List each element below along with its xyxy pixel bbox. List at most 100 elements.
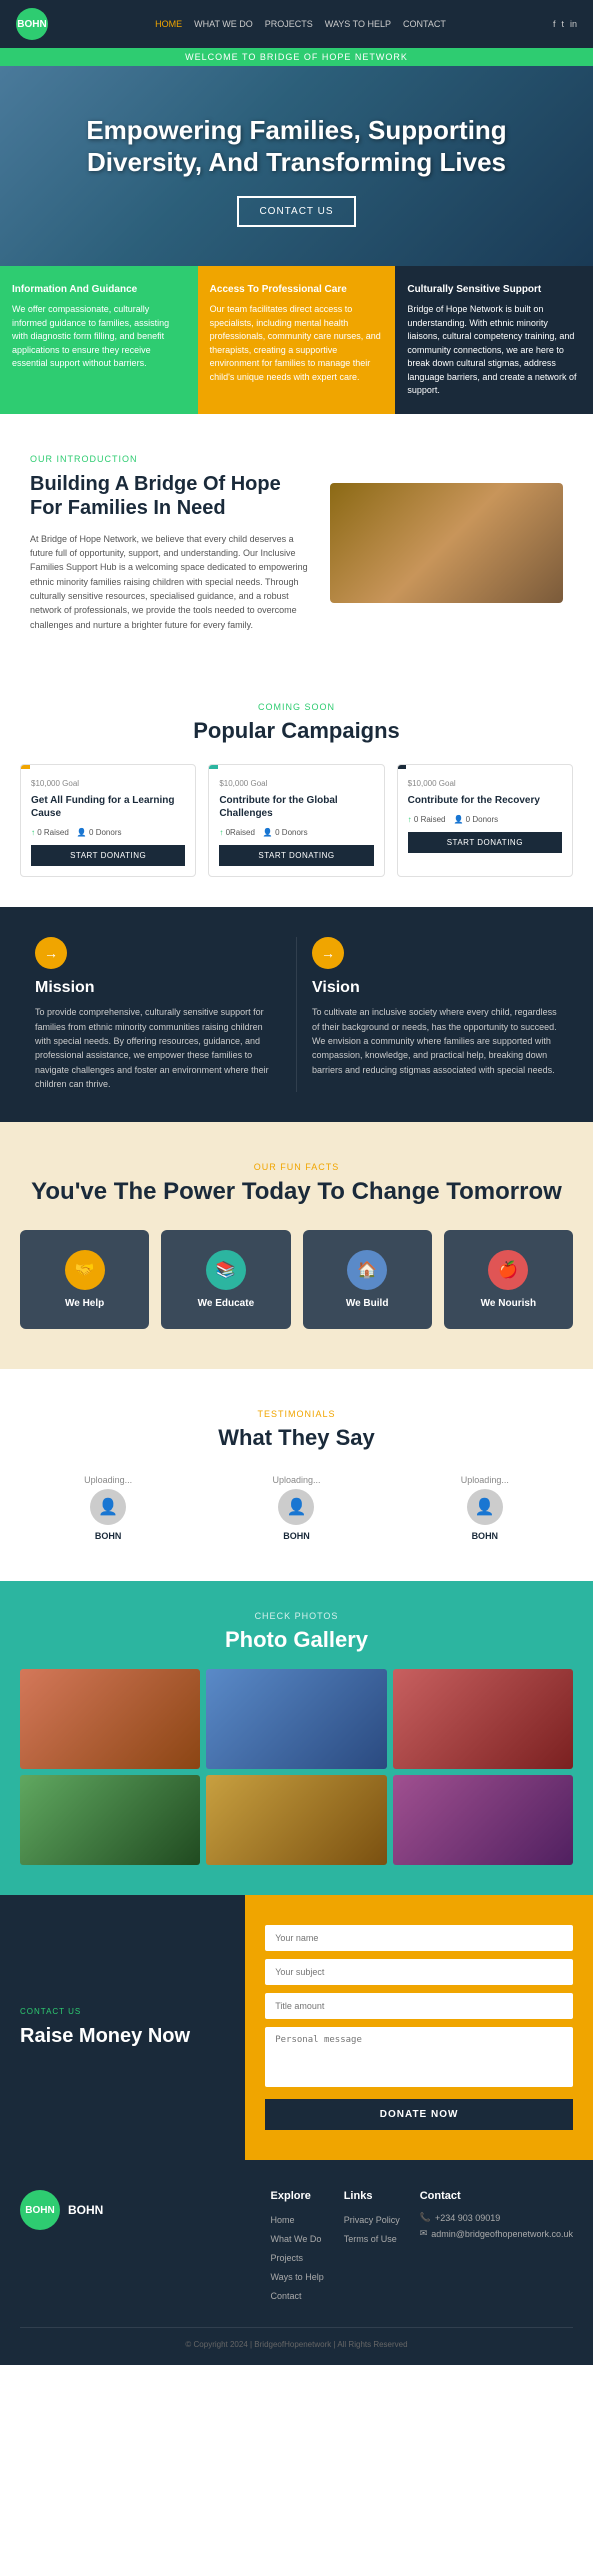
campaigns-heading: Popular Campaigns xyxy=(20,718,573,744)
campaign-body-2: $10,000 Goal Contribute for the Global C… xyxy=(209,769,383,876)
nav-projects[interactable]: Projects xyxy=(265,19,313,29)
navbar-logo: BOHN xyxy=(16,8,48,40)
fact-card-nourish: 🍎 We Nourish xyxy=(444,1230,573,1329)
donate-name-input[interactable] xyxy=(265,1925,573,1951)
footer-email: ✉ admin@bridgeofhopenetwork.co.uk xyxy=(420,2228,573,2239)
info-card-guidance-text: We offer compassionate, culturally infor… xyxy=(12,303,186,371)
hero-content: Empowering Families, Supporting Diversit… xyxy=(30,115,563,226)
footer-explore-col: Explore Home What We Do Projects Ways to… xyxy=(271,2190,324,2307)
testimonial-name-3: BOHN xyxy=(397,1531,573,1541)
testimonial-2: Uploading... 👤 BOHN xyxy=(208,1475,384,1541)
navbar-links: Home What We Do Projects Ways To Help Co… xyxy=(155,19,446,29)
footer-explore-links: Home What We Do Projects Ways to Help Co… xyxy=(271,2212,324,2302)
welcome-bar: WELCOME TO BRIDGE OF HOPE NETWORK xyxy=(0,48,593,66)
raised-icon-3: ↑ xyxy=(408,815,412,824)
fun-facts-label: OUR FUN FACTS xyxy=(20,1162,573,1172)
campaign-raised-1: ↑ 0 Raised xyxy=(31,828,69,837)
gallery-img-6 xyxy=(393,1775,573,1865)
facebook-icon[interactable]: f xyxy=(553,19,556,29)
info-card-professional-title: Access To Professional Care xyxy=(210,282,384,297)
campaign-donors-3: 👤 0 Donors xyxy=(453,815,498,824)
gallery-section: CHECK PHOTOS Photo Gallery xyxy=(0,1581,593,1895)
info-card-professional-text: Our team facilitates direct access to sp… xyxy=(210,303,384,384)
fun-facts-section: OUR FUN FACTS You've The Power Today To … xyxy=(0,1122,593,1370)
testimonial-avatar-1: 👤 xyxy=(90,1489,126,1525)
intro-paragraph: At Bridge of Hope Network, we believe th… xyxy=(30,532,310,633)
navbar: BOHN Home What We Do Projects Ways To He… xyxy=(0,0,593,48)
raised-icon-2: ↑ xyxy=(219,828,223,837)
instagram-icon[interactable]: in xyxy=(570,19,577,29)
footer-privacy-link[interactable]: Privacy Policy xyxy=(344,2215,400,2225)
footer-contact-col: Contact 📞 +234 903 09019 ✉ admin@bridgeo… xyxy=(420,2190,573,2307)
hero-heading: Empowering Families, Supporting Diversit… xyxy=(30,115,563,177)
donate-subject-input[interactable] xyxy=(265,1959,573,1985)
footer-explore-title: Explore xyxy=(271,2190,324,2202)
vision-title: Vision xyxy=(312,979,558,997)
gallery-img-3 xyxy=(393,1669,573,1769)
donate-now-button[interactable]: DONATE NOW xyxy=(265,2099,573,2130)
campaign-title-2: Contribute for the Global Challenges xyxy=(219,794,373,820)
nav-home[interactable]: Home xyxy=(155,19,182,29)
footer-link-ways[interactable]: Ways to Help xyxy=(271,2272,324,2282)
footer-link-home[interactable]: Home xyxy=(271,2215,295,2225)
hero-cta-button[interactable]: CONTACT US xyxy=(237,196,355,227)
footer-copyright: © Copyright 2024 | BridgeofHopenetwork |… xyxy=(20,2340,573,2349)
footer-links-title: Links xyxy=(344,2190,400,2202)
campaign-title-3: Contribute for the Recovery xyxy=(408,794,562,807)
footer-phone: 📞 +234 903 09019 xyxy=(420,2212,573,2223)
testimonial-3: Uploading... 👤 BOHN xyxy=(397,1475,573,1541)
campaign-btn-2[interactable]: START DONATING xyxy=(219,845,373,866)
footer-link-projects[interactable]: Projects xyxy=(271,2253,304,2263)
footer-link-what-we-do[interactable]: What We Do xyxy=(271,2234,322,2244)
gallery-grid-top xyxy=(20,1669,573,1769)
mission-text: To provide comprehensive, culturally sen… xyxy=(35,1005,281,1091)
donate-title-input[interactable] xyxy=(265,1993,573,2019)
facts-grid: 🤝 We Help 📚 We Educate 🏠 We Build 🍎 We N… xyxy=(20,1230,573,1329)
gallery-heading: Photo Gallery xyxy=(20,1627,573,1653)
donors-icon-1: 👤 xyxy=(77,828,87,837)
intro-image-inner xyxy=(330,483,563,603)
nav-contact[interactable]: Contact xyxy=(403,19,446,29)
footer-divider xyxy=(20,2327,573,2328)
raised-icon-1: ↑ xyxy=(31,828,35,837)
info-card-guidance-title: Information And Guidance xyxy=(12,282,186,297)
footer-terms-link[interactable]: Terms of Use xyxy=(344,2234,397,2244)
build-icon: 🏠 xyxy=(347,1250,387,1290)
campaign-stats-2: ↑ 0Raised 👤 0 Donors xyxy=(219,828,373,837)
info-card-cultural-text: Bridge of Hope Network is built on under… xyxy=(407,303,581,398)
info-card-professional: Access To Professional Care Our team fac… xyxy=(198,266,396,414)
email-icon: ✉ xyxy=(420,2228,428,2239)
twitter-icon[interactable]: t xyxy=(561,19,564,29)
donors-icon-3: 👤 xyxy=(453,815,463,824)
help-icon: 🤝 xyxy=(65,1250,105,1290)
testimonial-avatar-2: 👤 xyxy=(278,1489,314,1525)
donate-heading: Raise Money Now xyxy=(20,2024,225,2048)
testimonial-1: Uploading... 👤 BOHN xyxy=(20,1475,196,1541)
campaign-stats-3: ↑ 0 Raised 👤 0 Donors xyxy=(408,815,562,824)
footer-link-contact[interactable]: Contact xyxy=(271,2291,302,2301)
gallery-grid-bottom xyxy=(20,1775,573,1865)
nourish-label: We Nourish xyxy=(481,1298,536,1309)
campaign-title-1: Get All Funding for a Learning Cause xyxy=(31,794,185,820)
help-label: We Help xyxy=(65,1298,104,1309)
campaign-raised-2: ↑ 0Raised xyxy=(219,828,255,837)
footer-logo-img: BOHN xyxy=(20,2190,60,2230)
campaign-btn-3[interactable]: START DONATING xyxy=(408,832,562,853)
intro-section: OUR INTRODUCTION Building A Bridge Of Ho… xyxy=(0,414,593,673)
campaign-btn-1[interactable]: START DONATING xyxy=(31,845,185,866)
donate-message-input[interactable] xyxy=(265,2027,573,2087)
campaign-stats-1: ↑ 0 Raised 👤 0 Donors xyxy=(31,828,185,837)
nav-what-we-do[interactable]: What We Do xyxy=(194,19,253,29)
footer-links-list: Privacy Policy Terms of Use xyxy=(344,2212,400,2245)
testimonial-loading-1: Uploading... xyxy=(20,1475,196,1485)
footer: BOHN BOHN Explore Home What We Do Projec… xyxy=(0,2160,593,2365)
campaign-goal-3: $10,000 Goal xyxy=(408,779,562,788)
testimonial-loading-3: Uploading... xyxy=(397,1475,573,1485)
footer-logo: BOHN BOHN xyxy=(20,2190,251,2230)
educate-label: We Educate xyxy=(198,1298,255,1309)
campaign-body-3: $10,000 Goal Contribute for the Recovery… xyxy=(398,769,572,863)
vision-item: → Vision To cultivate an inclusive socie… xyxy=(296,937,573,1091)
footer-logo-col: BOHN BOHN xyxy=(20,2190,251,2307)
nav-ways-to-help[interactable]: Ways To Help xyxy=(325,19,391,29)
info-card-cultural: Culturally Sensitive Support Bridge of H… xyxy=(395,266,593,414)
